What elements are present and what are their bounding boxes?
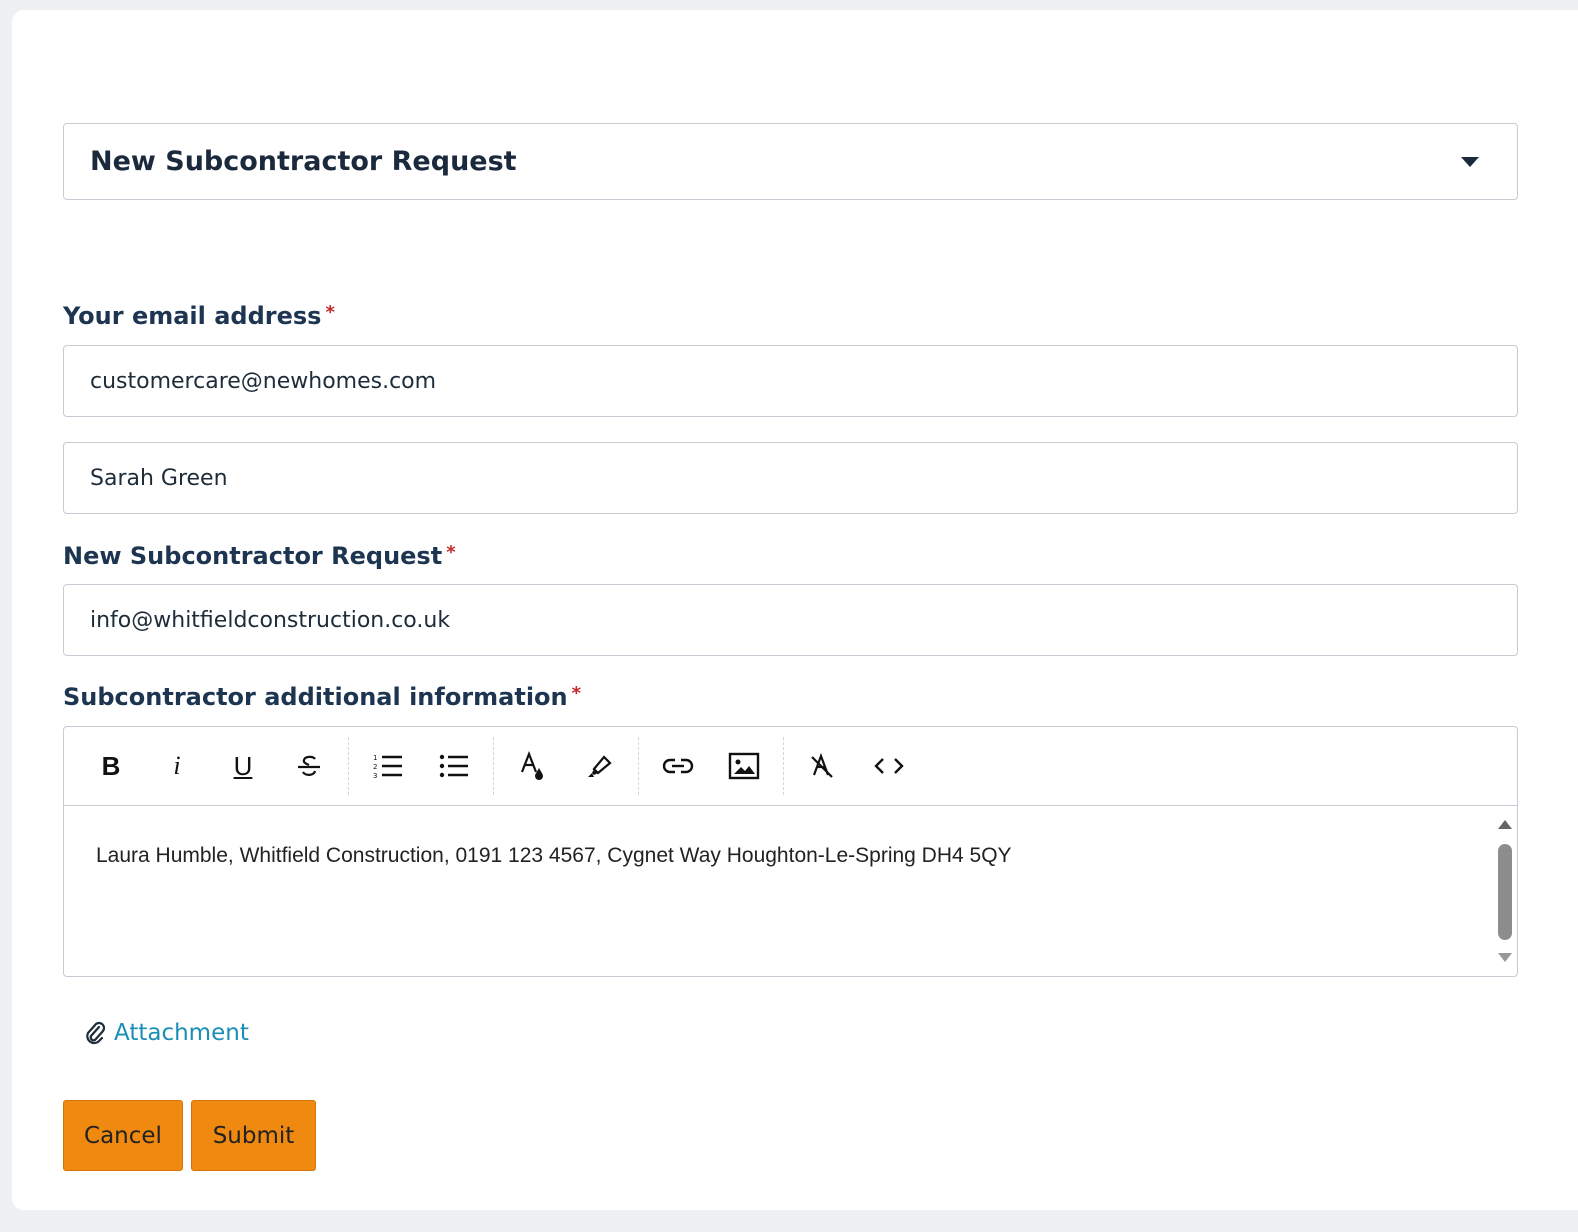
request-type-select[interactable]: New Subcontractor Request — [63, 123, 1518, 200]
bold-button[interactable]: B — [90, 745, 132, 787]
code-view-button[interactable] — [868, 745, 910, 787]
required-marker: * — [571, 683, 582, 704]
rich-text-editor: B i U 1 2 3 Laura Humble, Whitfield Cons… — [63, 726, 1518, 977]
toolbar-separator — [783, 737, 784, 795]
scroll-up-icon[interactable] — [1498, 820, 1512, 829]
required-marker: * — [325, 302, 335, 323]
submit-button[interactable]: Submit — [191, 1100, 316, 1171]
scrollbar-thumb[interactable] — [1498, 844, 1512, 940]
toolbar-separator — [493, 737, 494, 795]
subcontractor-label-text: New Subcontractor Request — [63, 542, 443, 570]
email-field-value: customercare@newhomes.com — [90, 368, 437, 394]
italic-icon: i — [173, 751, 181, 780]
font-color-icon — [520, 750, 543, 780]
italic-button[interactable]: i — [156, 745, 198, 787]
image-button[interactable] — [723, 745, 765, 787]
font-color-button[interactable] — [512, 745, 554, 787]
subcontractor-label: New Subcontractor Request * — [63, 542, 456, 570]
ordered-list-button[interactable]: 1 2 3 — [367, 745, 409, 787]
editor-text: Laura Humble, Whitfield Construction, 01… — [96, 844, 1012, 867]
additional-info-label: Subcontractor additional information * — [63, 683, 581, 711]
editor-toolbar: B i U 1 2 3 — [64, 727, 1517, 806]
bullet-list-icon — [439, 754, 468, 778]
clear-format-button[interactable] — [802, 745, 844, 787]
toolbar-separator — [638, 737, 639, 795]
paperclip-icon — [84, 1021, 106, 1045]
strikethrough-icon — [298, 755, 320, 776]
toolbar-separator — [348, 737, 349, 795]
code-view-icon — [874, 758, 904, 774]
email-field[interactable]: customercare@newhomes.com — [63, 345, 1518, 417]
link-button[interactable] — [657, 745, 699, 787]
bold-icon: B — [101, 750, 121, 781]
highlight-icon — [588, 755, 612, 777]
clear-format-icon — [811, 752, 833, 778]
cancel-button[interactable]: Cancel — [63, 1100, 183, 1171]
subcontractor-email-field[interactable]: info@whitfieldconstruction.co.uk — [63, 584, 1518, 656]
underline-button[interactable]: U — [222, 745, 264, 787]
required-marker: * — [446, 542, 456, 563]
subcontractor-email-value: info@whitfieldconstruction.co.uk — [90, 607, 451, 633]
underline-icon: U — [233, 750, 253, 781]
email-label: Your email address * — [63, 302, 335, 330]
strikethrough-button[interactable] — [288, 745, 330, 787]
additional-info-label-text: Subcontractor additional information — [63, 683, 568, 711]
svg-text:3: 3 — [373, 772, 377, 780]
name-field-value: Sarah Green — [90, 465, 228, 491]
request-type-value: New Subcontractor Request — [90, 146, 517, 177]
attachment-label: Attachment — [114, 1020, 249, 1046]
caret-down-icon — [1461, 156, 1479, 167]
name-field[interactable]: Sarah Green — [63, 442, 1518, 514]
svg-text:1: 1 — [373, 754, 377, 762]
email-label-text: Your email address — [63, 302, 322, 330]
highlight-button[interactable] — [578, 745, 620, 787]
scroll-down-icon[interactable] — [1498, 953, 1512, 962]
image-icon — [728, 752, 760, 780]
bullet-list-button[interactable] — [433, 745, 475, 787]
ordered-list-icon: 1 2 3 — [373, 754, 402, 780]
editor-scrollbar[interactable] — [1497, 816, 1513, 966]
attachment-link[interactable]: Attachment — [84, 1020, 249, 1046]
svg-text:2: 2 — [373, 763, 377, 771]
link-icon — [662, 758, 694, 774]
editor-content-area[interactable]: Laura Humble, Whitfield Construction, 01… — [64, 806, 1517, 976]
